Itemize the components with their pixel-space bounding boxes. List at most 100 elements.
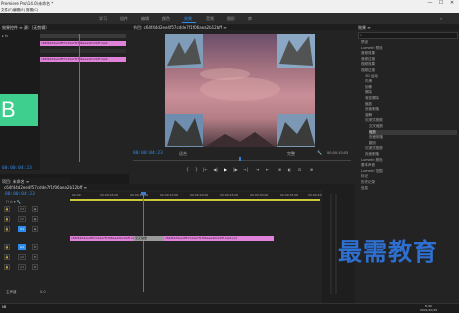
timeline-clip-a[interactable]: c64f44d2ee4f57cdde7f1f06aea2b12bff.mp4 […: [70, 236, 143, 241]
safe-margins-button[interactable]: ⊡: [297, 167, 302, 172]
timeline-tab[interactable]: c64f44d2ee4f57cdde7f1f06aea2b12bff ≡: [4, 185, 87, 190]
source-clip-bar-1[interactable]: c64f44d2ee4f57cdde7f1f06aea2b12bff.mp4: [40, 41, 126, 46]
go-to-out-button[interactable]: →|: [243, 167, 248, 172]
track-label[interactable]: V3: [18, 206, 26, 212]
program-scrubber[interactable]: [133, 160, 351, 161]
effect-tree-item[interactable]: 内滑: [365, 79, 457, 84]
timeline-settings-icon[interactable]: 🔧: [17, 200, 21, 204]
effect-tree-item[interactable]: 预设: [361, 40, 457, 45]
track-header-row: 🔒 V2 ◉: [4, 216, 68, 222]
linked-selection-icon[interactable]: ⊙: [10, 200, 13, 204]
lock-icon[interactable]: 🔒: [4, 244, 10, 250]
eye-icon[interactable]: ◉: [32, 206, 38, 212]
effect-tree-item[interactable]: 交叉缩放: [369, 124, 457, 129]
windows-start-icon[interactable]: ⊞: [2, 305, 6, 310]
source-playhead[interactable]: [79, 34, 80, 162]
mute-button[interactable]: M: [32, 244, 38, 250]
step-forward-button[interactable]: |▶: [233, 167, 238, 172]
program-timecode-current[interactable]: 00:00:04:23: [133, 151, 163, 156]
effect-tree-item[interactable]: Lumetri 预设: [361, 46, 457, 51]
effect-tree-item[interactable]: 音频效果: [361, 51, 457, 56]
workspace-effects[interactable]: 效果: [184, 16, 192, 21]
program-timecode-duration: 00:00:10:05: [327, 151, 349, 155]
export-frame-button[interactable]: ⊕: [277, 167, 282, 172]
effect-tree-item[interactable]: 信息: [361, 186, 457, 191]
effect-tree-item[interactable]: 音频过渡: [361, 57, 457, 62]
work-area-bar[interactable]: [70, 199, 320, 201]
effect-tree-item[interactable]: 擦除: [365, 90, 457, 95]
timeline-ruler[interactable]: 00:00 00:00:05:00 00:00:10:00 00:00:15:0…: [70, 192, 326, 202]
effect-tree-item[interactable]: 视频效果: [361, 62, 457, 67]
effect-tree-item[interactable]: 缩放: [365, 102, 457, 107]
workspace-color[interactable]: 颜色: [162, 16, 170, 21]
eye-icon[interactable]: ◉: [32, 226, 38, 232]
effect-tree-item[interactable]: 缩放: [369, 129, 457, 135]
extract-button[interactable]: ⇤: [265, 167, 270, 172]
workspace-learn[interactable]: 学习: [99, 16, 107, 21]
minimize-button[interactable]: —: [425, 0, 435, 7]
playback-quality-select[interactable]: 完整: [287, 151, 295, 156]
workspace-audio[interactable]: 音频: [206, 16, 214, 21]
comparison-view-button[interactable]: ◐: [287, 167, 292, 172]
add-marker-icon[interactable]: ▾: [14, 200, 16, 204]
effect-tree-item[interactable]: 历史记录: [361, 180, 457, 185]
workspace-assembly[interactable]: 组件: [120, 16, 128, 21]
track-label[interactable]: A1: [18, 244, 26, 250]
program-monitor-tab[interactable]: 节目: c64f44d2ee4f57cdde7f1f06aea2b12bff ≡: [133, 25, 227, 30]
track-label[interactable]: V1: [18, 226, 26, 232]
workspace-graphics[interactable]: 图形: [227, 16, 235, 21]
source-timecode[interactable]: 00:00:04:23: [2, 166, 32, 171]
workspace-editing[interactable]: 编辑: [141, 16, 149, 21]
effect-tree-item[interactable]: Lumetri 范围: [361, 169, 457, 174]
effect-tree-item[interactable]: 沉浸式视频: [365, 118, 457, 123]
effects-search-input[interactable]: ⌕: [358, 32, 458, 39]
effect-tree-item[interactable]: 渐变擦除: [365, 96, 457, 101]
track-label[interactable]: V2: [18, 216, 26, 222]
wrench-icon[interactable]: 🔧: [317, 150, 322, 155]
effects-panel-title[interactable]: 效果 ≡: [358, 25, 371, 30]
ruler-tick-label: 00:00:20:00: [190, 193, 209, 197]
playhead-handle[interactable]: [141, 192, 146, 195]
source-clip-bar-2[interactable]: c64f44d2ee4f57cdde7f1f06aea2b12bff.mp4: [40, 57, 126, 62]
add-button[interactable]: ⊕: [309, 167, 314, 172]
mark-out-button[interactable]: }: [194, 167, 199, 172]
more-workspaces-icon[interactable]: »: [440, 16, 442, 21]
eye-icon[interactable]: ◉: [32, 216, 38, 222]
effect-tree-item[interactable]: 标记: [361, 174, 457, 179]
timeline-playhead[interactable]: [143, 192, 144, 292]
effect-tree-item[interactable]: 页面剥落: [365, 152, 457, 157]
snap-icon[interactable]: ⊓: [6, 200, 9, 204]
program-playhead[interactable]: [239, 157, 241, 161]
lock-icon[interactable]: 🔒: [4, 254, 10, 260]
effect-tree-item[interactable]: 基本声音: [361, 163, 457, 168]
effect-tree-item[interactable]: 页面剥落: [365, 107, 457, 112]
video-frame[interactable]: [165, 34, 315, 147]
lock-icon[interactable]: 🔒: [4, 216, 10, 222]
effect-tree-item[interactable]: 沉浸式视频: [365, 146, 457, 151]
effect-tree-item[interactable]: Lumetri 颜色: [361, 158, 457, 163]
track-label[interactable]: A3: [18, 264, 26, 270]
lock-icon[interactable]: 🔒: [4, 226, 10, 232]
step-back-button[interactable]: ◀|: [213, 167, 218, 172]
close-button[interactable]: ✕: [447, 0, 457, 7]
effect-tree-item[interactable]: 划像: [365, 85, 457, 90]
timeline-timecode[interactable]: 00:00:04:23: [5, 192, 35, 197]
effect-tree-item[interactable]: 页面剥落: [369, 135, 457, 140]
maximize-button[interactable]: ☐: [436, 0, 446, 7]
mute-button[interactable]: M: [32, 254, 38, 260]
timeline-clip-b[interactable]: c64f44d2ee4f57cdde7f1f06aea2b12bff.mp4 […: [164, 236, 274, 241]
mark-in-button[interactable]: {: [185, 167, 190, 172]
master-volume[interactable]: 0.0: [40, 290, 46, 295]
effect-tree-item[interactable]: 视频过渡: [361, 68, 457, 73]
track-label[interactable]: A2: [18, 254, 26, 260]
go-to-in-button[interactable]: |←: [203, 167, 208, 172]
play-button[interactable]: ▶: [223, 167, 228, 172]
mute-button[interactable]: M: [32, 264, 38, 270]
lock-icon[interactable]: 🔒: [4, 264, 10, 270]
effect-tree-item[interactable]: 3D 运动: [365, 74, 457, 79]
lock-icon[interactable]: 🔒: [4, 206, 10, 212]
transition-cross-zoom[interactable]: 交叉缩放: [134, 236, 164, 241]
workspace-libraries[interactable]: 库: [248, 16, 252, 21]
lift-button[interactable]: ⇥: [255, 167, 260, 172]
zoom-fit-select[interactable]: 适合: [179, 151, 187, 156]
